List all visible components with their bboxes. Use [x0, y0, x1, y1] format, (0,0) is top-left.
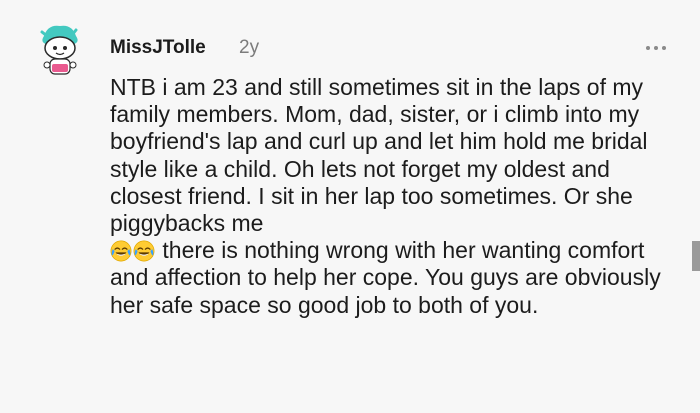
more-options-icon-dot: [662, 46, 666, 50]
comment-text-part-2: there is nothing wrong with her wanting …: [110, 237, 661, 318]
comment-age: 2y: [239, 37, 260, 58]
more-options-icon-dot: [654, 46, 658, 50]
comment-body: NTB i am 23 and still sometimes sit in t…: [110, 74, 680, 319]
snoo-avatar-icon: [40, 25, 78, 75]
comment-text-part-1: NTB i am 23 and still sometimes sit in t…: [110, 74, 648, 237]
more-options-button[interactable]: [640, 36, 672, 60]
avatar[interactable]: [34, 22, 84, 80]
more-options-icon: [646, 46, 650, 50]
face-with-tears-of-joy-emoji: [133, 240, 155, 262]
comment-author[interactable]: MissJTolle: [110, 37, 206, 59]
scrollbar-handle[interactable]: [692, 241, 700, 271]
face-with-tears-of-joy-emoji: [110, 240, 132, 262]
